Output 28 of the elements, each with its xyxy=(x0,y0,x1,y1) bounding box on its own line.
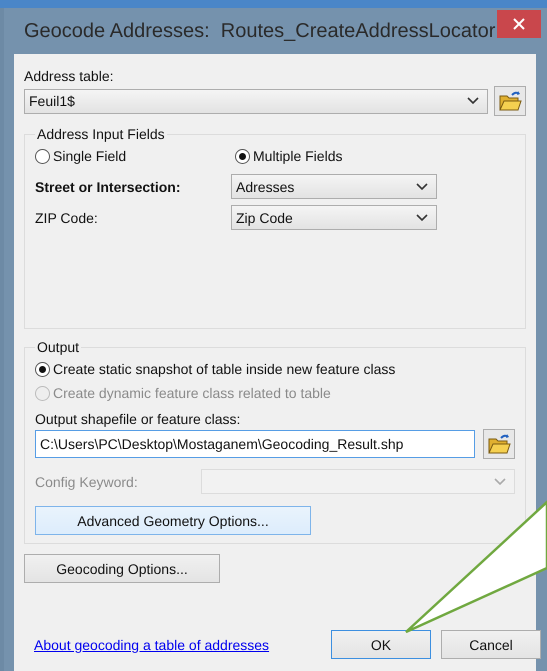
dialog-button[interactable]: Cancel xyxy=(441,630,541,659)
group-title: Output xyxy=(36,339,80,355)
radio-label: Multiple Fields xyxy=(253,148,342,164)
radio-label: Create static snapshot of table inside new feature class xyxy=(53,361,396,377)
radio-button[interactable] xyxy=(35,362,50,376)
field-label: Config Keyword: xyxy=(35,474,139,490)
radio-button[interactable] xyxy=(35,148,50,164)
browse-folder-button[interactable] xyxy=(483,429,515,459)
geocoding-options-button[interactable]: Geocoding Options... xyxy=(24,554,220,583)
help-link[interactable]: About geocoding a table of addresses xyxy=(34,636,321,652)
advanced-geometry-options-button[interactable]: Advanced Geometry Options... xyxy=(35,506,311,535)
field-label: Output shapefile or feature class: xyxy=(35,411,242,427)
field-dropdown[interactable]: Zip Code xyxy=(231,205,437,230)
dialog-button[interactable]: OK xyxy=(331,630,431,659)
radio-label: Create dynamic feature class related to table xyxy=(53,385,331,401)
field-label: Street or Intersection: xyxy=(35,178,182,194)
close-icon xyxy=(512,17,526,31)
output-path-field[interactable]: C:\Users\PC\Desktop\Mostaganem\Geocoding_Result.shp xyxy=(35,430,475,458)
address-table-dropdown[interactable]: Feuil1$ xyxy=(24,88,488,114)
radio-button[interactable] xyxy=(235,148,250,164)
radio-label: Single Field xyxy=(53,148,126,164)
browse-folder-button[interactable] xyxy=(494,86,526,116)
close-button[interactable] xyxy=(497,10,541,38)
field-label: Address table: xyxy=(24,68,114,84)
field-dropdown[interactable]: Adresses xyxy=(231,174,437,199)
field-label: ZIP Code: xyxy=(35,210,99,226)
group-title: Address Input Fields xyxy=(36,126,166,142)
window-title: Geocode Addresses: Routes_CreateAddressLocator xyxy=(23,20,496,42)
